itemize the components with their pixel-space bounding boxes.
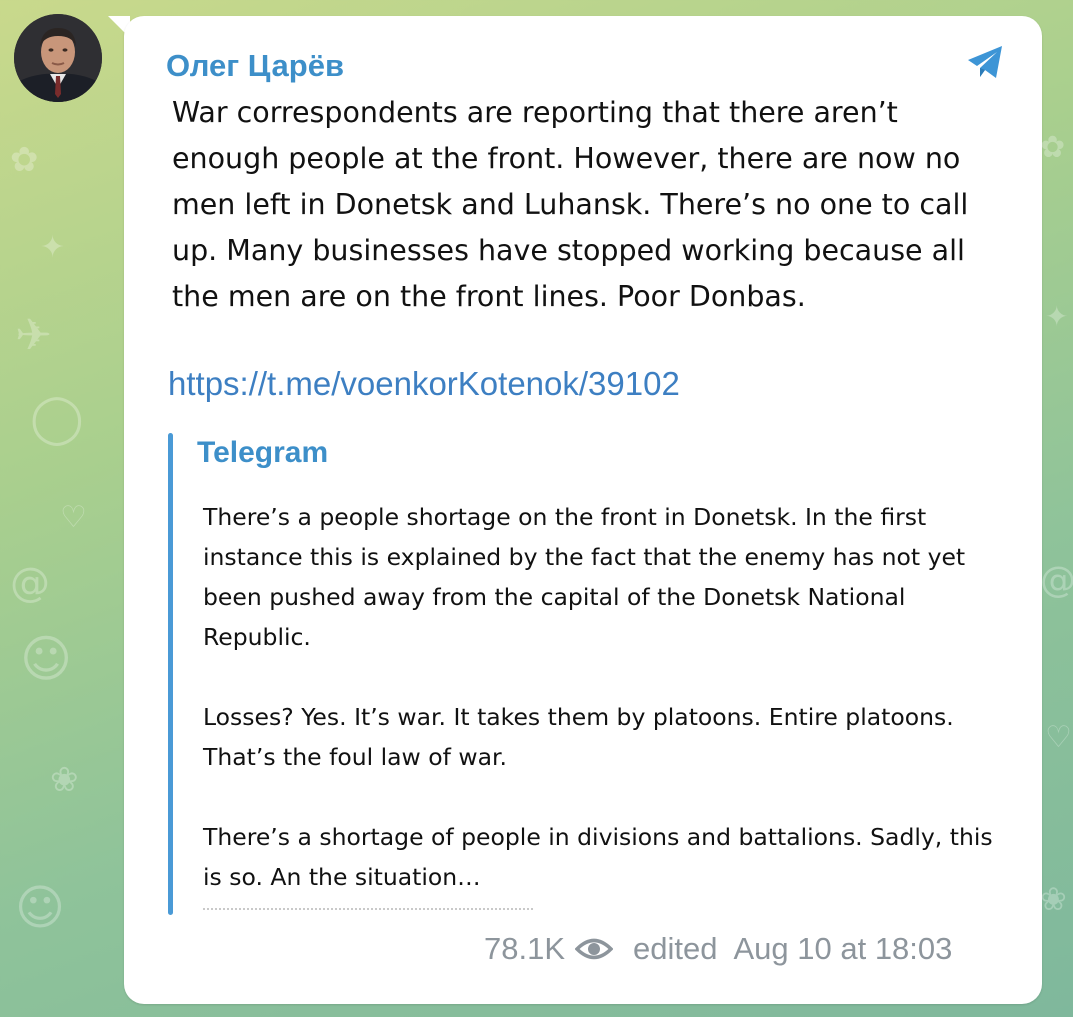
- preview-paragraph: There’s a people shortage on the front i…: [203, 503, 966, 651]
- cat-doodle-icon: ☺: [20, 630, 73, 688]
- flower-doodle-icon: ❀: [1040, 880, 1067, 918]
- link-preview-site-name[interactable]: Telegram: [197, 436, 328, 470]
- star-doodle-icon: ✦: [1045, 300, 1069, 333]
- heart-doodle-icon: ♡: [60, 500, 87, 535]
- telegram-logo-icon: [968, 46, 1002, 78]
- flower-doodle-icon: ❀: [50, 760, 79, 800]
- preview-paragraph: Losses? Yes. It’s war. It takes them by …: [203, 703, 954, 771]
- eye-icon: [575, 938, 614, 960]
- plane-doodle-icon: ✈: [15, 310, 52, 361]
- swirl-doodle-icon: @: [1040, 560, 1073, 601]
- link-preview-accent-bar: [168, 433, 173, 915]
- cat-doodle-icon: ☺: [15, 880, 66, 936]
- channel-name[interactable]: Олег Царёв: [166, 48, 344, 84]
- paw-doodle-icon: ✿: [10, 140, 39, 180]
- avatar-portrait-icon: [14, 14, 102, 102]
- balloon-doodle-icon: ◯: [30, 390, 84, 446]
- heart-doodle-icon: ♡: [1045, 720, 1072, 755]
- link-preview-description[interactable]: There’s a people shortage on the front i…: [203, 497, 993, 897]
- view-count: 78.1K: [484, 931, 566, 966]
- post-text: War correspondents are reporting that th…: [172, 96, 969, 313]
- swirl-doodle-icon: @: [10, 560, 50, 606]
- preview-paragraph: There’s a shortage of people in division…: [203, 823, 993, 891]
- message-timestamp: Aug 10 at 18:03: [733, 931, 953, 966]
- paw-doodle-icon: ✿: [1040, 130, 1066, 165]
- post-link[interactable]: https://t.me/voenkorKotenok/39102: [168, 365, 680, 403]
- message-meta: 78.1K edited Aug 10 at 18:03: [484, 928, 952, 970]
- edited-label: edited: [633, 931, 718, 966]
- truncated-text-remnant: [203, 908, 533, 912]
- channel-avatar[interactable]: [14, 14, 102, 102]
- star-doodle-icon: ✦: [40, 230, 66, 265]
